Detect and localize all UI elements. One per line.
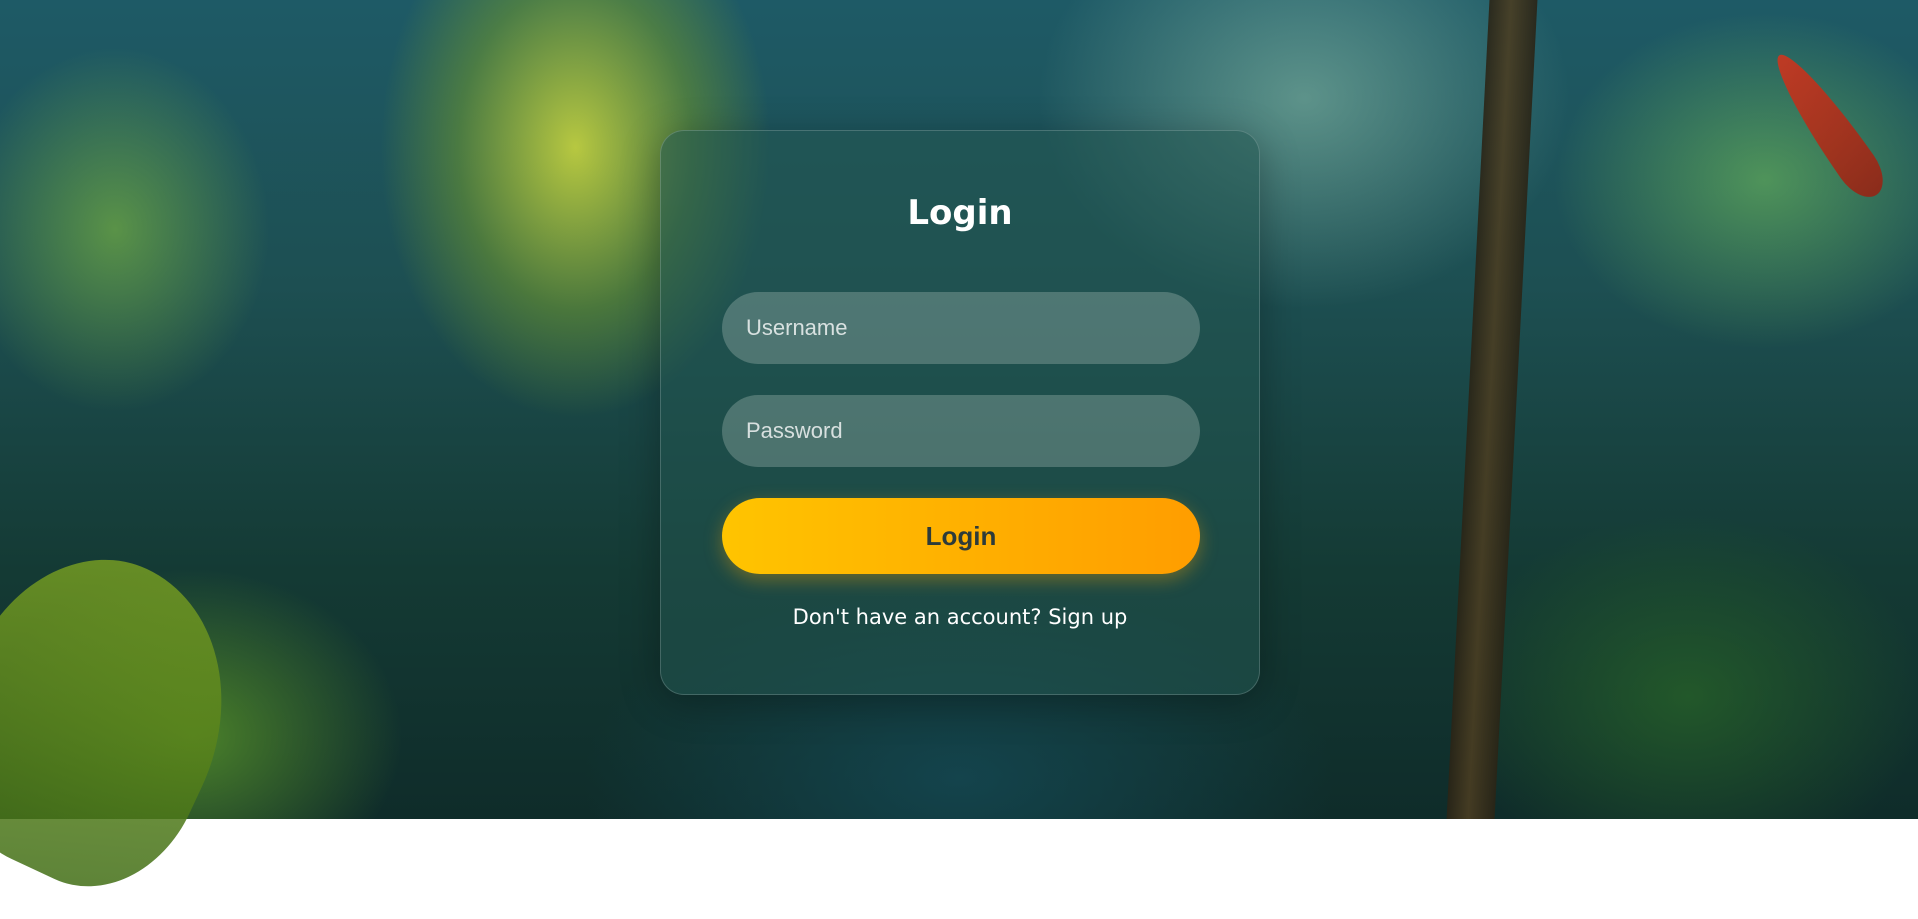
- background-tree-trunk: [1446, 0, 1538, 819]
- login-title: Login: [907, 193, 1013, 233]
- signup-link[interactable]: Sign up: [1048, 605, 1127, 629]
- background-red-leaf: [1762, 43, 1894, 207]
- signup-prompt-row: Don't have an account? Sign up: [661, 605, 1259, 629]
- password-input[interactable]: [722, 395, 1200, 467]
- signup-prompt-text: Don't have an account?: [792, 605, 1042, 629]
- login-card: Login Login Don't have an account? Sign …: [660, 130, 1260, 695]
- login-button[interactable]: Login: [722, 498, 1200, 574]
- background-leaf: [0, 519, 276, 919]
- username-input[interactable]: [722, 292, 1200, 364]
